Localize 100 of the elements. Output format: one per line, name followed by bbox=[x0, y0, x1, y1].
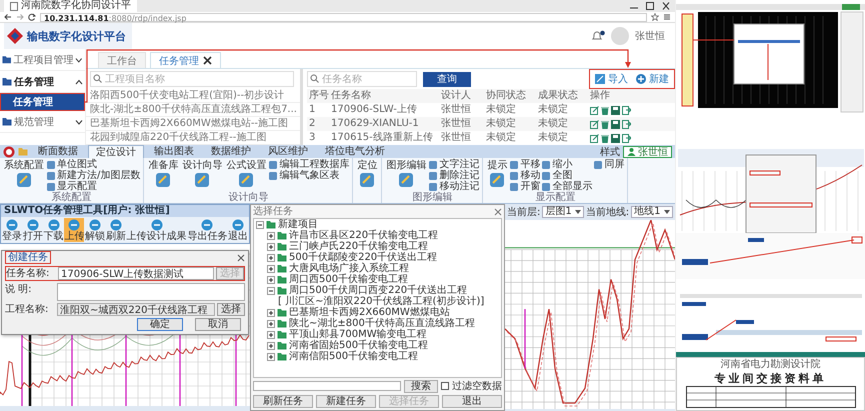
ribbon-button[interactable]: 移动 bbox=[510, 170, 540, 181]
ribbon-button[interactable]: 显示配置 bbox=[47, 181, 140, 192]
select-button[interactable]: 选择 bbox=[217, 303, 245, 316]
column-header: 任务名称 bbox=[329, 89, 439, 103]
table-cell-text: 未锁定 bbox=[485, 131, 517, 145]
table-cell-text: 张世恒 bbox=[440, 103, 472, 117]
tab[interactable]: 任务管理 bbox=[150, 52, 221, 68]
ground-wire-select[interactable]: 地线1 bbox=[631, 206, 672, 218]
ribbon-button[interactable]: 全图 bbox=[542, 170, 592, 181]
ribbon-button[interactable]: 设计向导 bbox=[181, 159, 224, 192]
query-button[interactable]: 查询 bbox=[423, 72, 471, 86]
sidebar-item[interactable]: 规范管理 bbox=[0, 111, 85, 133]
sidebar-subitem[interactable]: 任务管理 bbox=[0, 93, 85, 111]
table-cell: 170629-XIANLU-1 bbox=[329, 117, 439, 131]
tree-item[interactable]: 500千伏鄢陵变220千伏送出工程 bbox=[289, 252, 438, 263]
tree-item[interactable]: 大唐风电场广接入系统工程 bbox=[289, 263, 409, 274]
table-cell-text: 张世恒 bbox=[440, 131, 472, 145]
tree-item[interactable]: 周口500千伏周口西变220千伏送出工程 bbox=[289, 285, 468, 296]
ribbon-button[interactable]: 同屏 bbox=[594, 159, 624, 170]
ribbon-button[interactable]: 新建方法/加图层数 bbox=[47, 170, 140, 181]
table-cell-text: 1 bbox=[308, 103, 316, 117]
table-cell: 张世恒 bbox=[439, 117, 484, 131]
toolbar-button[interactable]: 下载 bbox=[44, 218, 64, 242]
address-bar[interactable]: 10.231.114.81:8080/rdp/index.jsp bbox=[40, 12, 647, 22]
ribbon-button[interactable]: 编辑气象区表 bbox=[269, 170, 350, 181]
table-cell-text: 未锁定 bbox=[485, 103, 517, 117]
tool-window-title: SLWTO任务管理工具[用户: 张世恒] bbox=[1, 205, 249, 217]
project-list-item[interactable]: 陕北-湖北±800千伏特高压直流线路工程包7... bbox=[86, 103, 300, 117]
dialog-title: 创建任务 bbox=[5, 251, 51, 264]
user-name[interactable]: 张世恒 bbox=[635, 29, 665, 43]
tab[interactable]: 工作台 bbox=[98, 52, 146, 68]
toolbar-button[interactable]: 退出 bbox=[228, 218, 248, 242]
column-header: 协同状态 bbox=[484, 89, 536, 103]
search-button[interactable]: 搜索 bbox=[404, 380, 438, 392]
ribbon-tab[interactable]: 定位设计 bbox=[88, 145, 144, 158]
checkbox-label[interactable]: 过滤空数据 bbox=[452, 379, 502, 393]
ribbon-button[interactable]: 公式设置 bbox=[225, 159, 268, 192]
ribbon-button[interactable]: 文字注记 bbox=[429, 159, 480, 170]
toolbar-button[interactable]: 打开 bbox=[22, 218, 43, 242]
table-cell: 未锁定 bbox=[484, 117, 536, 131]
ribbon-tab[interactable]: 风区维护 bbox=[261, 145, 315, 158]
tree-item[interactable]: 河南省固始500千伏输变电工程 bbox=[289, 340, 428, 351]
dialog-button[interactable]: 新建任务 bbox=[316, 395, 376, 408]
field-label: 工程名称: bbox=[5, 303, 50, 316]
tree-item[interactable]: 巴基斯坦卡西姆2X660MW燃煤电站 bbox=[289, 307, 450, 318]
dialog-title: 选择任务 bbox=[253, 206, 293, 218]
tree-item[interactable]: 平顶山郏县700MW输变电工程 bbox=[289, 329, 427, 340]
field-label: 说 明: bbox=[5, 283, 33, 296]
table-cell: 未锁定 bbox=[536, 117, 588, 131]
toolbar-button[interactable]: 解锁 bbox=[85, 218, 105, 242]
new-button[interactable]: 新建 bbox=[636, 72, 669, 86]
table-cell-text: 3 bbox=[308, 131, 316, 145]
tree-item[interactable]: 许昌市区县区220千伏输变电工程 bbox=[289, 230, 438, 241]
ribbon-group-label: 图形编辑 bbox=[411, 192, 454, 203]
ribbon-button[interactable]: 开窗 bbox=[510, 181, 540, 192]
sidebar-item[interactable]: 工程项目管理 bbox=[0, 49, 85, 71]
column-header: 设计人 bbox=[439, 89, 484, 103]
tree-item[interactable]: [ 川汇区~淮阳双220千伏线路工程(初步设计)] bbox=[278, 296, 484, 307]
toolbar-button[interactable]: 刷新 bbox=[106, 218, 126, 242]
table-cell-text: 170906-SLW-上传 bbox=[330, 103, 418, 117]
project-list-item[interactable]: 巴基斯坦卡西姆2X660MW燃煤电站--施工图 bbox=[86, 117, 300, 131]
table-cell-text: 未锁定 bbox=[537, 131, 569, 145]
ribbon-tab[interactable]: 塔位电气分析 bbox=[318, 145, 392, 158]
toolbar-button[interactable]: 上传设计成果 bbox=[126, 218, 186, 242]
project-name-field[interactable]: 淮阳双~城西双220千伏线路工程 bbox=[57, 303, 215, 316]
project-list-item[interactable]: 洛阳西500千伏变电站工程(宜阳)--初步设计 bbox=[86, 89, 300, 103]
cancel-button[interactable]: 取消 bbox=[195, 318, 241, 331]
user-badge[interactable]: 张世恒 bbox=[623, 146, 672, 158]
ribbon-button[interactable]: 图形编辑 bbox=[385, 159, 428, 192]
ribbon-button[interactable]: 定位 bbox=[356, 159, 378, 203]
ribbon-group-label: 系统配置 bbox=[50, 192, 93, 203]
style-menu-label[interactable]: 样式 bbox=[600, 144, 620, 158]
ribbon-tab[interactable]: 断面数据 bbox=[31, 145, 85, 158]
ribbon-button[interactable]: 移动注记 bbox=[429, 181, 480, 192]
ribbon-button[interactable]: 全部显示 bbox=[542, 181, 592, 192]
ribbon-button[interactable]: 提示 bbox=[486, 159, 508, 192]
toolbar-button[interactable]: 登录 bbox=[2, 218, 22, 242]
dialog-button[interactable]: 刷新任务 bbox=[253, 395, 313, 408]
tree-item[interactable]: 三门峡卢氏220千伏输变电工程 bbox=[289, 241, 428, 252]
import-button[interactable]: 导入 bbox=[595, 72, 628, 86]
ok-button[interactable]: 确定 bbox=[137, 318, 183, 331]
form-heading: 河南省电力勘测设计院 bbox=[720, 359, 820, 371]
dialog-button[interactable]: 退出 bbox=[442, 395, 502, 408]
ribbon-button[interactable]: 系统配置 bbox=[3, 159, 45, 192]
layer-select[interactable]: 层图1 bbox=[542, 206, 584, 218]
ribbon-button[interactable]: 编辑工程数据库 bbox=[269, 159, 350, 170]
tree-item[interactable]: 陕北~湖北±800千伏特高压直流线路工程 bbox=[289, 318, 475, 329]
task-name-field[interactable]: 170906-SLW上传数据测试 bbox=[58, 267, 214, 280]
field-label: 当前层: bbox=[507, 206, 540, 219]
tree-item[interactable]: 周口西500千伏输变电工程 bbox=[289, 274, 408, 285]
ribbon-tab[interactable]: 数据维护 bbox=[204, 145, 258, 158]
ribbon-tab[interactable]: 输出图表 bbox=[147, 145, 201, 158]
toolbar-button[interactable]: 导出任务 bbox=[187, 218, 228, 242]
ribbon-button[interactable]: 单位图式 bbox=[47, 159, 140, 170]
tree-item[interactable]: 河南信阳500千伏输变电工程 bbox=[289, 351, 418, 362]
ribbon-button[interactable]: 准备库 bbox=[147, 159, 180, 192]
app-logo-text: 输电数字化设计平台 bbox=[27, 28, 126, 44]
ribbon-button[interactable]: 删除注记 bbox=[429, 170, 480, 181]
ribbon-button[interactable]: 平移 bbox=[510, 159, 540, 170]
ribbon-button[interactable]: 缩小 bbox=[542, 159, 592, 170]
